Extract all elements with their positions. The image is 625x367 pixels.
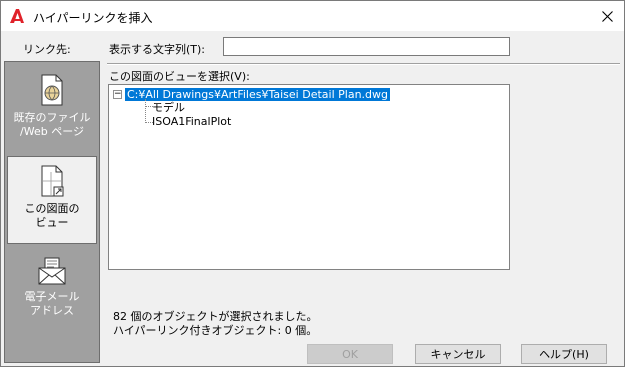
close-button[interactable]: [590, 1, 624, 31]
sidebar-item-existing-file-line2: /Web ページ: [20, 125, 84, 138]
title-bar: ハイパーリンクを挿入: [1, 1, 624, 31]
close-icon: [601, 10, 613, 22]
autocad-app-icon: [10, 9, 24, 23]
insert-hyperlink-dialog: ハイパーリンクを挿入 リンク先: 既存のファイル /Web ページ この図面の …: [0, 0, 625, 367]
cancel-button[interactable]: キャンセル: [415, 344, 501, 364]
sidebar-item-email[interactable]: 電子メール アドレス: [7, 252, 97, 322]
drawing-view-icon: [41, 165, 64, 197]
sidebar-item-drawing-view-line1: この図面の: [24, 202, 80, 215]
tree-connector: [145, 99, 146, 123]
select-view-label: この図面のビューを選択(V):: [109, 70, 250, 83]
dialog-title: ハイパーリンクを挿入: [33, 11, 153, 25]
link-target-sidebar: 既存のファイル /Web ページ この図面の ビュー 電子メール アドレス: [4, 61, 100, 363]
sidebar-item-drawing-view-line2: ビュー: [35, 216, 69, 229]
divider: [107, 63, 620, 65]
view-tree[interactable]: − C:¥All Drawings¥ArtFiles¥Taisei Detail…: [108, 84, 510, 270]
email-icon: [38, 257, 66, 285]
help-button[interactable]: ヘルプ(H): [521, 344, 607, 364]
collapse-toggle-icon[interactable]: −: [113, 90, 122, 99]
ok-button[interactable]: OK: [307, 344, 393, 364]
tree-item-isoa1finalplot[interactable]: ISOA1FinalPlot: [152, 115, 231, 128]
display-text-label: 表示する文字列(T):: [109, 43, 206, 56]
tree-item-model[interactable]: モデル: [152, 99, 185, 115]
display-text-input[interactable]: [223, 37, 510, 56]
existing-file-icon: [41, 74, 63, 106]
sidebar-item-email-line1: 電子メール: [24, 290, 80, 303]
link-to-label: リンク先:: [23, 43, 71, 56]
sidebar-item-existing-file-line1: 既存のファイル: [13, 111, 91, 124]
sidebar-item-drawing-view[interactable]: この図面の ビュー: [7, 156, 97, 244]
sidebar-item-email-line2: アドレス: [30, 304, 74, 317]
hyperlinked-objects-status: ハイパーリンク付きオブジェクト: 0 個。: [113, 324, 318, 337]
sidebar-item-existing-file[interactable]: 既存のファイル /Web ページ: [7, 68, 97, 154]
